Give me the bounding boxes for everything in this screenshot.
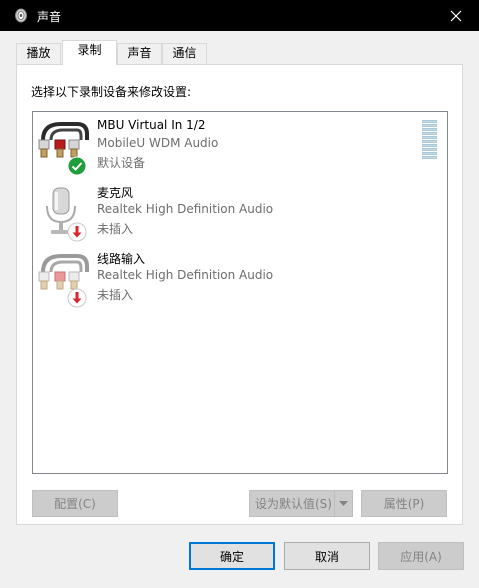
device-driver: MobileU WDM Audio [97,136,219,150]
tab-sounds[interactable]: 声音 [117,43,162,64]
tab-communications[interactable]: 通信 [162,43,207,64]
apply-button[interactable]: 应用(A) [378,542,464,570]
device-status: 未插入 [97,288,134,302]
check-icon [67,156,87,176]
device-status: 默认设备 [97,156,146,170]
unplugged-arrow-icon [67,288,87,308]
speaker-app-icon [15,8,27,23]
level-meter [422,120,437,160]
recording-panel: 选择以下录制设备来修改设置: MBU Virtual In 1/2 Mobile… [16,64,463,525]
configure-button[interactable]: 配置(C) [32,490,118,517]
chevron-down-icon [339,500,348,506]
window-title: 声音 [37,10,62,24]
list-item[interactable]: 线路输入 Realtek High Definition Audio 未插入 [33,248,413,308]
device-status: 未插入 [97,222,134,236]
set-default-dropdown[interactable] [334,491,352,516]
device-driver: Realtek High Definition Audio [97,202,274,216]
device-driver: Realtek High Definition Audio [97,268,274,282]
list-item[interactable]: MBU Virtual In 1/2 MobileU WDM Audio 默认设… [33,116,413,176]
tab-recording[interactable]: 录制 [62,40,117,65]
device-name: MBU Virtual In 1/2 [97,118,206,132]
set-default-button[interactable]: 设为默认值(S) [249,490,353,517]
close-icon [450,10,462,21]
tab-playback[interactable]: 播放 [16,43,61,64]
cancel-button[interactable]: 取消 [284,542,370,570]
device-name: 麦克风 [97,186,134,200]
ok-button[interactable]: 确定 [189,542,275,570]
instruction-text: 选择以下录制设备来修改设置: [31,85,192,99]
set-default-label: 设为默认值(S) [255,497,332,511]
close-button[interactable] [433,0,479,31]
unplugged-arrow-icon [67,222,87,242]
list-item[interactable]: 麦克风 Realtek High Definition Audio 未插入 [33,182,413,242]
device-name: 线路输入 [97,252,146,266]
title-bar: 声音 [0,0,479,31]
properties-button[interactable]: 属性(P) [361,490,447,517]
device-list[interactable]: MBU Virtual In 1/2 MobileU WDM Audio 默认设… [32,111,448,474]
